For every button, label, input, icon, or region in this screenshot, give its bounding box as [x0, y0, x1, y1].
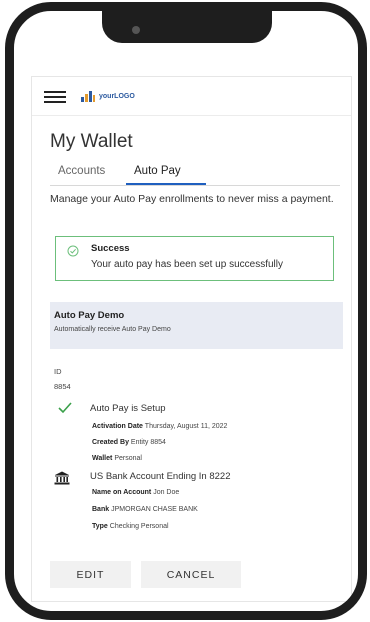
cancel-button[interactable]: CANCEL — [141, 561, 241, 588]
autopay-subtitle: Automatically receive Auto Pay Demo — [54, 326, 171, 333]
autopay-title: Auto Pay Demo — [54, 310, 125, 321]
tab-accounts[interactable]: Accounts — [58, 165, 105, 177]
created-by-row: Created By Entity 8854 — [92, 439, 166, 446]
top-bar: yourLOGO — [32, 77, 351, 116]
wallet-value: Personal — [114, 455, 142, 462]
alert-message: Your auto pay has been set up successful… — [91, 259, 283, 270]
tab-bar: Accounts Auto Pay — [50, 163, 340, 186]
page-title: My Wallet — [50, 131, 133, 152]
type-label: Type — [92, 523, 108, 530]
success-check-circle-icon — [67, 245, 79, 257]
activation-date-label: Activation Date — [92, 423, 143, 430]
phone-notch-area — [14, 11, 358, 77]
logo-icon — [81, 91, 95, 102]
edit-button[interactable]: EDIT — [50, 561, 131, 588]
camera-icon — [132, 26, 140, 34]
autopay-status: Auto Pay is Setup — [90, 403, 166, 414]
id-label: ID — [54, 367, 62, 376]
autopay-summary-panel: Auto Pay Demo Automatically receive Auto… — [50, 302, 343, 349]
success-alert: Success Your auto pay has been set up su… — [55, 236, 334, 281]
wallet-row: Wallet Personal — [92, 455, 142, 462]
bank-value: JPMORGAN CHASE BANK — [111, 506, 198, 513]
created-by-label: Created By — [92, 439, 129, 446]
tab-auto-pay[interactable]: Auto Pay — [134, 165, 181, 177]
phone-frame: yourLOGO My Wallet Accounts Auto Pay Man… — [5, 2, 367, 620]
logo-text: yourLOGO — [99, 92, 135, 100]
name-on-account-label: Name on Account — [92, 489, 152, 496]
alert-title: Success — [91, 243, 130, 254]
bank-label: Bank — [92, 506, 110, 513]
bank-account-line: US Bank Account Ending In 8222 — [90, 471, 231, 482]
created-by-value: Entity 8854 — [130, 439, 166, 446]
brand-logo[interactable]: yourLOGO — [80, 89, 135, 103]
id-value: 8854 — [54, 382, 71, 391]
phone-notch — [102, 11, 272, 43]
activation-date-value: Thursday, August 11, 2022 — [144, 423, 228, 430]
active-tab-indicator — [126, 183, 206, 185]
name-on-account-value: Jon Doe — [153, 489, 180, 496]
type-row: Type Checking Personal — [92, 523, 169, 530]
app-screen: yourLOGO My Wallet Accounts Auto Pay Man… — [32, 77, 351, 601]
intro-text: Manage your Auto Pay enrollments to neve… — [50, 193, 334, 205]
bank-row: Bank JPMORGAN CHASE BANK — [92, 506, 198, 513]
type-value: Checking Personal — [109, 523, 169, 530]
bank-icon — [54, 471, 70, 485]
activation-date-row: Activation Date Thursday, August 11, 202… — [92, 423, 227, 430]
wallet-label: Wallet — [92, 455, 113, 462]
hamburger-menu-icon[interactable] — [44, 91, 66, 103]
checkmark-icon — [58, 402, 72, 414]
name-on-account-row: Name on Account Jon Doe — [92, 489, 179, 496]
